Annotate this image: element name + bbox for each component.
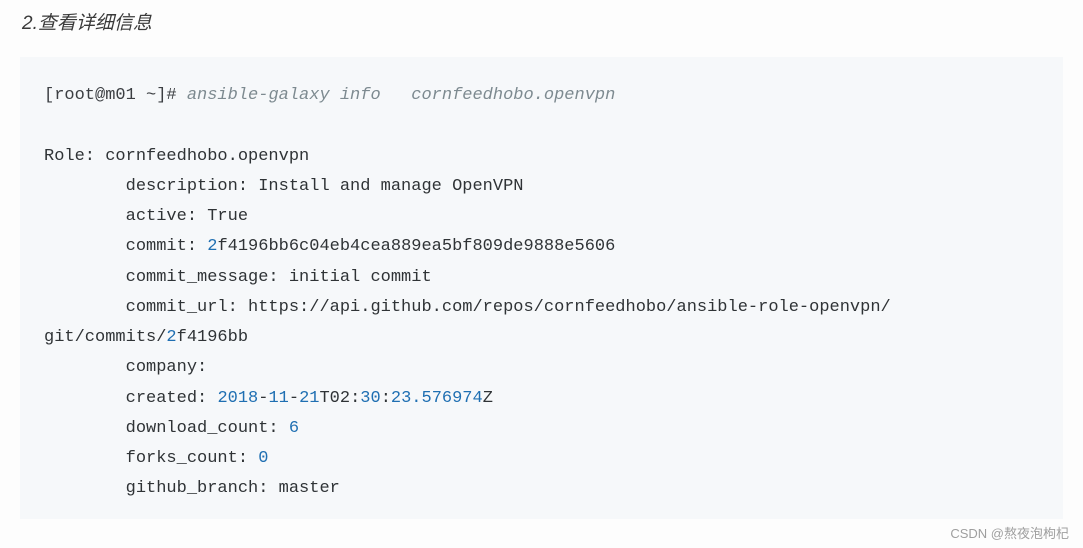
created-min: 30 (360, 389, 380, 408)
shell-prompt: [root@m01 ~]# (44, 86, 177, 105)
output-active: active: True (44, 202, 1039, 232)
output-commit-url: commit_url: https://api.github.com/repos… (44, 293, 1039, 323)
created-Z: Z (483, 389, 493, 408)
created-sec: 23.576974 (391, 389, 483, 408)
section-heading: 2.查看详细信息 (0, 0, 1083, 35)
output-role: Role: cornfeedhobo.openvpn (44, 142, 1039, 172)
created-T: T02: (319, 389, 360, 408)
output-company: company: (44, 353, 1039, 383)
commit-hash-rest: f4196bb6c04eb4cea889ea5bf809de9888e5606 (217, 237, 615, 256)
download-count-value: 6 (289, 419, 299, 438)
created-year: 2018 (217, 389, 258, 408)
download-count-label: download_count: (44, 419, 289, 438)
commit-label: commit: (44, 237, 207, 256)
output-commit: commit: 2f4196bb6c04eb4cea889ea5bf809de9… (44, 232, 1039, 262)
watermark: CSDN @熬夜泡枸杞 (950, 523, 1069, 542)
forks-count-label: forks_count: (44, 449, 258, 468)
created-day: 21 (299, 389, 319, 408)
created-month: 11 (268, 389, 288, 408)
output-download-count: download_count: 6 (44, 414, 1039, 444)
code-block: [root@m01 ~]# ansible-galaxy info cornfe… (20, 57, 1063, 519)
commit-num: 2 (207, 237, 217, 256)
output-forks-count: forks_count: 0 (44, 444, 1039, 474)
git-commits-prefix: git/commits/ (44, 328, 166, 347)
output-commit-message: commit_message: initial commit (44, 263, 1039, 293)
git-commits-rest: f4196bb (177, 328, 248, 347)
forks-count-value: 0 (258, 449, 268, 468)
output-created: created: 2018-11-21T02:30:23.576974Z (44, 384, 1039, 414)
created-label: created: (44, 389, 217, 408)
created-colon: : (381, 389, 391, 408)
created-dash2: - (289, 389, 299, 408)
git-commits-num: 2 (166, 328, 176, 347)
output-git-commits: git/commits/2f4196bb (44, 323, 1039, 353)
output-description: description: Install and manage OpenVPN (44, 172, 1039, 202)
shell-command-comment: ansible-galaxy info cornfeedhobo.openvpn (177, 86, 616, 105)
output-github-branch: github_branch: master (44, 474, 1039, 504)
created-dash1: - (258, 389, 268, 408)
